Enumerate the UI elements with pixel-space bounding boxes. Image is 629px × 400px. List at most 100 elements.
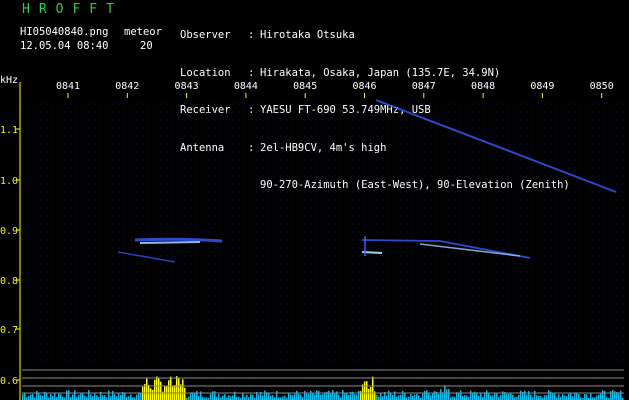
spectrum-bar [52,396,54,400]
spectrum-bar [448,389,450,400]
spectrum-bar [150,388,152,400]
spectrum-bar [118,393,120,400]
spectrum-bar [332,390,334,400]
spectrum-bar [552,393,554,400]
spectrum-bar [598,394,600,400]
spectrum-bar [90,394,92,400]
spectrum-bar [86,396,88,400]
spectrum-bar [284,395,286,400]
spectrum-bar [36,390,38,400]
spectrum-bar [68,390,70,400]
spectrum-bar [460,390,462,400]
spectrum-bar [62,396,64,400]
spectrum-bar [218,394,220,400]
spectrum-bar [364,381,366,400]
spectrum-bar [506,393,508,400]
spectrum-bar [76,396,78,400]
x-axis: 0841 0842 0843 0844 0845 0846 0847 0848 0849 0850 [56,81,614,98]
spectrum-bar [124,392,126,400]
grid-dots [22,103,624,361]
spectrum-bar [262,395,264,400]
spectrum-bar [96,395,98,400]
spectrum-bar [416,393,418,400]
spectrum-bar [78,394,80,400]
spectrum-bar [264,390,266,400]
spectrum-bar [368,388,370,400]
spectrum-bar [536,395,538,400]
spectrum-bar [50,394,52,400]
spectrum-bar [458,393,460,400]
spectrum-bar [480,393,482,400]
spectrum-bar [464,395,466,400]
spectrum-bar [442,392,444,400]
spectrum-bar [312,392,314,400]
spectrum-bar [528,391,530,400]
spectrum-bar [304,390,306,400]
reference-lines [22,369,624,394]
y-axis-unit: kHz [0,75,18,86]
spectrum-bar [136,394,138,400]
spectrum-bar [414,394,416,400]
spectrum-bar [140,392,142,400]
spectrum-bar [270,395,272,400]
spectrum-bar [400,394,402,400]
spectrum-bar [316,390,318,400]
spectrum-bar [428,393,430,400]
spectrum-bar [378,396,380,400]
spectrum-bar [562,394,564,400]
spectrum-bar [530,394,532,400]
spectrum-bar [540,396,542,400]
x-tick-label: 0846 [352,81,376,92]
spectrum-bar [546,395,548,400]
spectrum-bar [566,396,568,400]
meteor-echoes [117,99,617,263]
spectrum-bar [192,392,194,400]
spectrum-bar [548,390,550,400]
spectrum-bar [488,393,490,400]
spectrum-bar [434,391,436,400]
spectrum-bar [402,390,404,400]
spectrum-bar [294,393,296,400]
spectrum-bar [40,394,42,400]
spectrum-bar [276,390,278,400]
spectrum-bar [102,395,104,400]
spectrum-bar [472,393,474,400]
spectrum-bar [54,392,56,400]
spectrum-bar [462,395,464,400]
spectrum-bar [586,394,588,400]
spectrum-bar [268,392,270,400]
spectrum-bar [114,394,116,400]
spectrum-bar [344,393,346,400]
spectrum-bar [410,394,412,400]
spectrum-bar [612,390,614,400]
spectrum-bar [82,392,84,400]
spectrum-bar [30,394,32,400]
spectrum-bar [314,394,316,400]
y-tick-label: 0.8 [0,276,18,287]
spectrum-bar [298,393,300,400]
spectrum-bar [372,376,374,400]
y-tick-label: 0.7 [0,325,18,336]
spectrum-bar [346,392,348,400]
spectrum-bar [110,396,112,400]
spectrum-bar [242,393,244,400]
spectrum-bar [80,393,82,400]
spectrum-bar [324,392,326,400]
spectrum-bar [46,392,48,400]
spectrum-bar [576,392,578,400]
spectrum-bar [564,395,566,400]
spectrum-bar [380,392,382,400]
spectrum-bar [478,395,480,400]
spectrum-bar [508,393,510,400]
spectrum-bar [42,395,44,400]
spectrum-bar [360,391,362,400]
spectrum-bar [168,380,170,400]
spectrum-bar [272,395,274,400]
spectrum-bar [426,390,428,400]
spectrum-bar [590,393,592,400]
y-tick-label: 1.0 [0,176,18,187]
spectrogram: kHz 1.11.00.90.80.70.6 0841 0842 0843 0844 0… [0,75,624,400]
spectrum-bar [618,393,620,400]
spectrum-bar [526,394,528,400]
spectrum-bar [334,392,336,400]
